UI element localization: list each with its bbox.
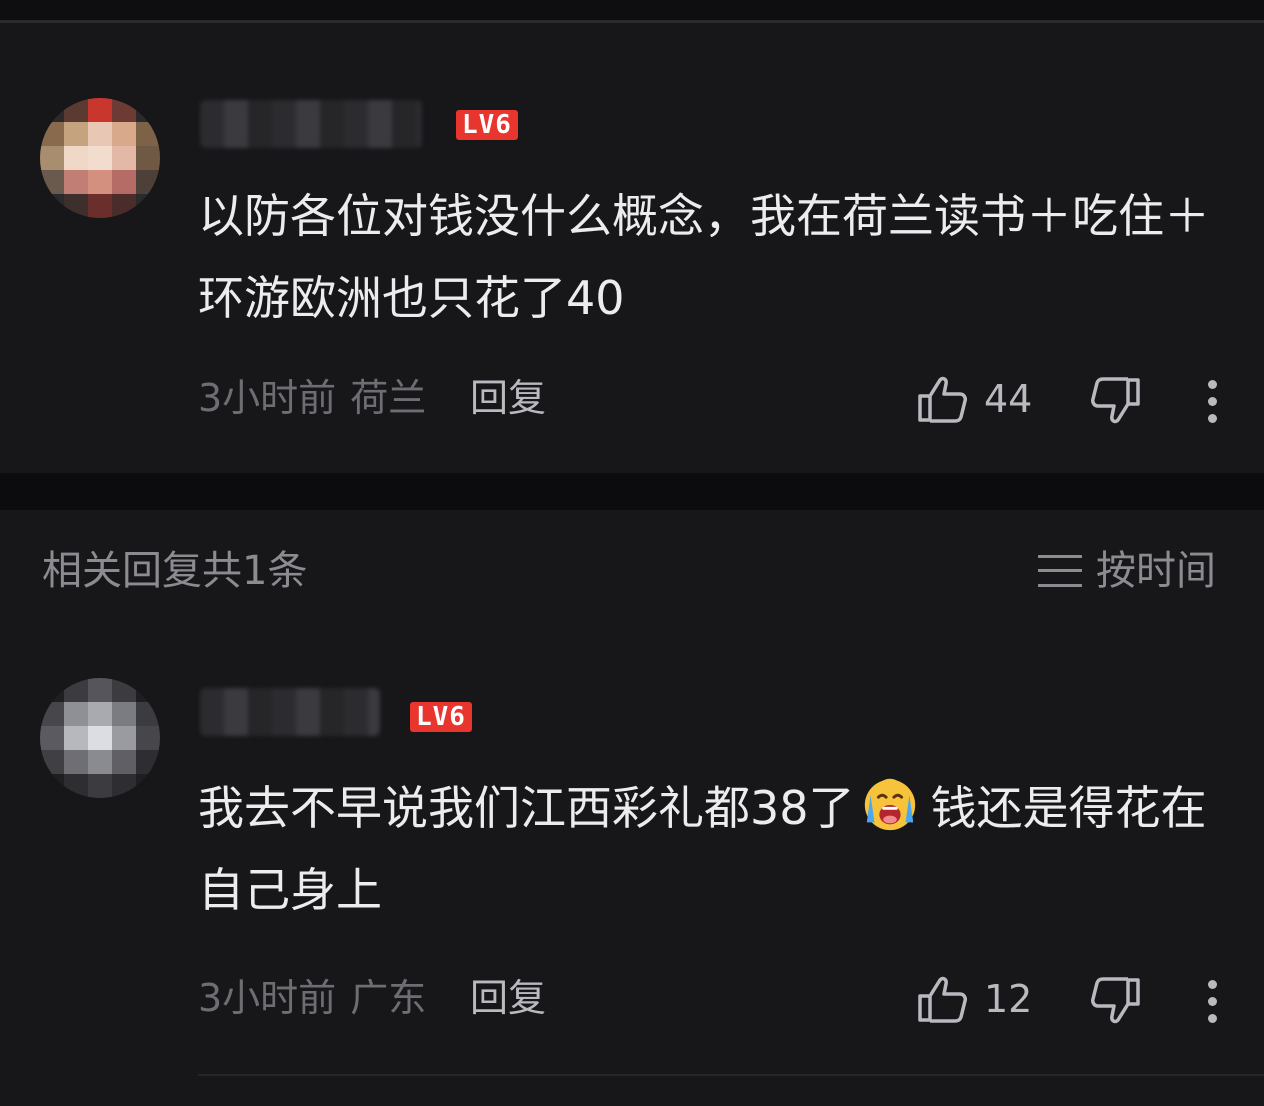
reply-button[interactable]: 回复 <box>470 976 546 1020</box>
thumbs-down-icon[interactable] <box>1090 976 1142 1026</box>
thumbs-up-icon <box>918 376 967 423</box>
username-blurred[interactable] <box>200 100 422 148</box>
comment-meta: 3小时前 荷兰 <box>198 376 426 420</box>
comment-text: 我去不早说我们江西彩礼都38了 钱还是得花在自己身上 <box>198 767 1228 931</box>
thumbs-down-icon[interactable] <box>1090 376 1142 426</box>
username-blurred[interactable] <box>200 688 380 736</box>
like-count: 12 <box>984 977 1033 1021</box>
level-badge: LV6 <box>456 110 518 140</box>
avatar[interactable] <box>40 678 160 798</box>
like-button[interactable]: 12 <box>916 974 1032 1024</box>
comment-location: 荷兰 <box>350 376 427 420</box>
section-gap <box>0 473 1264 510</box>
crying-face-emoji <box>864 778 915 831</box>
sort-lines-icon <box>1038 553 1082 589</box>
sort-label: 按时间 <box>1096 548 1216 594</box>
comment-text-part-1: 我去不早说我们江西彩礼都38了 <box>198 781 855 835</box>
comment-time: 3小时前 <box>198 376 337 420</box>
bottom-divider <box>198 1074 1264 1076</box>
comment-location: 广东 <box>350 976 427 1020</box>
top-strip <box>0 0 1264 20</box>
like-button[interactable]: 44 <box>916 374 1032 424</box>
comment-text: 以防各位对钱没什么概念，我在荷兰读书＋吃住＋环游欧洲也只花了40 <box>198 189 1210 325</box>
thumbs-up-icon <box>918 976 967 1023</box>
more-options-button[interactable] <box>1205 980 1219 1031</box>
reply-button[interactable]: 回复 <box>470 376 546 420</box>
like-count: 44 <box>984 377 1033 421</box>
related-replies-title: 相关回复共1条 <box>42 548 308 594</box>
comment-time: 3小时前 <box>198 976 337 1020</box>
avatar[interactable] <box>40 98 160 218</box>
sort-by-time-button[interactable]: 按时间 <box>1038 548 1216 594</box>
top-divider <box>0 20 1264 23</box>
more-options-button[interactable] <box>1205 380 1219 431</box>
comment-meta: 3小时前 广东 <box>198 976 426 1020</box>
level-badge: LV6 <box>410 702 472 732</box>
